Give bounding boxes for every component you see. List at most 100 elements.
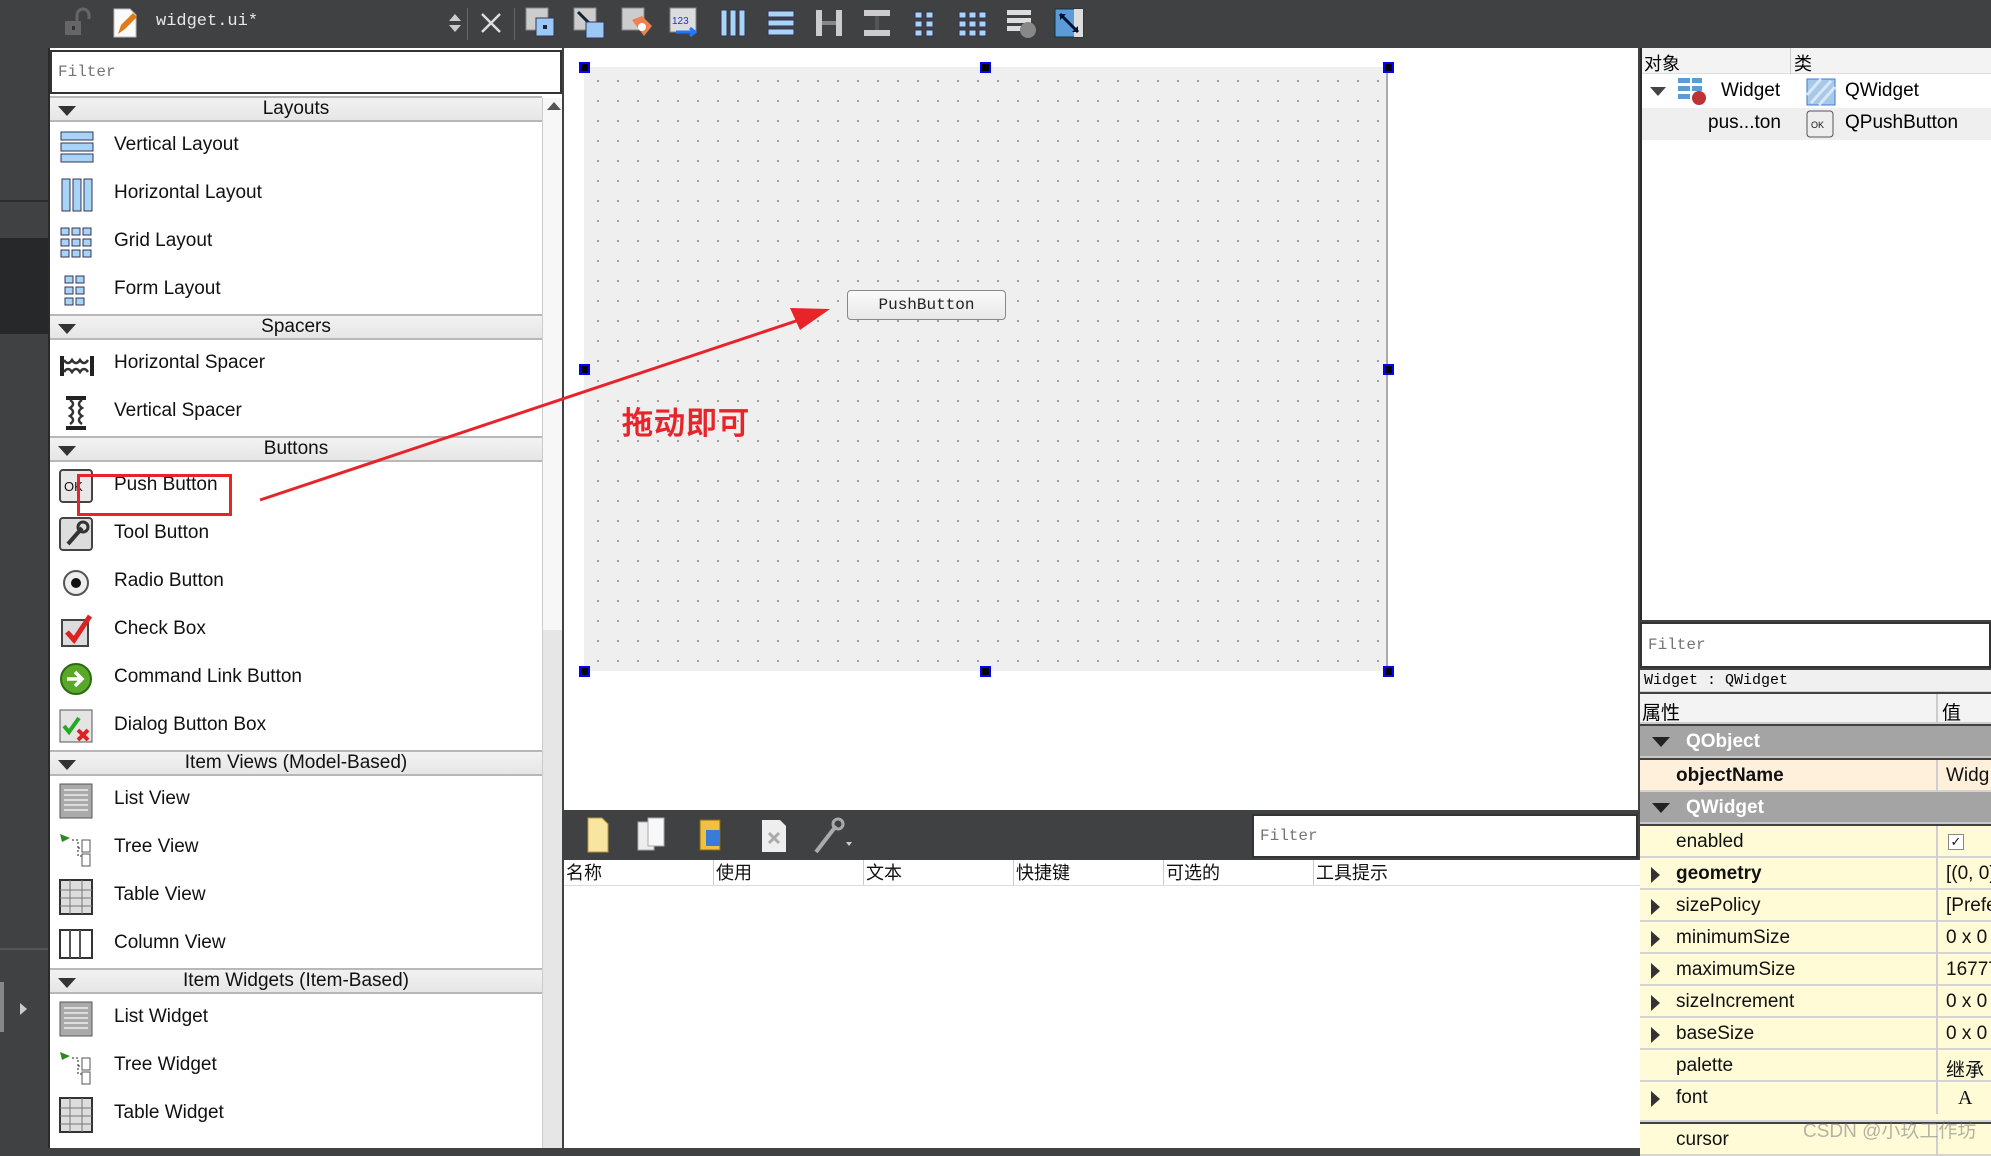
resize-handle-bottom[interactable] — [980, 666, 991, 677]
property-row-sizepolicy[interactable]: sizePolicy [Prefe — [1640, 890, 1991, 922]
expand-arrow-icon[interactable] — [1651, 867, 1660, 883]
layout-vertical-icon[interactable] — [764, 6, 798, 40]
widget-item-radio-button[interactable]: Radio Button — [50, 558, 542, 606]
property-row-basesize[interactable]: baseSize 0 x 0 — [1640, 1018, 1991, 1050]
vertical-scrollbar[interactable] — [542, 98, 562, 1148]
category-item-widgets-item-based[interactable]: Item Widgets (Item-Based) — [50, 968, 542, 994]
widget-item-horizontal-layout[interactable]: Horizontal Layout — [50, 170, 542, 218]
property-row-minimumsize[interactable]: minimumSize 0 x 0 — [1640, 922, 1991, 954]
enabled-checkbox[interactable]: ✓ — [1948, 834, 1964, 850]
widget-filter-input[interactable] — [50, 50, 562, 94]
widget-item-command-link-button[interactable]: Command Link Button — [50, 654, 542, 702]
widget-item-vertical-spacer[interactable]: Vertical Spacer — [50, 388, 542, 436]
widget-item-horizontal-spacer[interactable]: Horizontal Spacer — [50, 340, 542, 388]
property-row-objectname[interactable]: objectName Widg — [1640, 760, 1991, 792]
property-value[interactable]: 0 x 0 — [1946, 927, 1987, 949]
widget-item-grid-layout[interactable]: Grid Layout — [50, 218, 542, 266]
property-row-maximumsize[interactable]: maximumSize 16777 — [1640, 954, 1991, 986]
form-widget[interactable] — [584, 67, 1388, 671]
column-header-value[interactable]: 值 — [1942, 698, 1961, 725]
widget-item-tree-view[interactable]: Tree View — [50, 824, 542, 872]
expand-arrow-icon[interactable] — [1651, 899, 1660, 915]
property-filter-input[interactable] — [1640, 622, 1991, 668]
column-header-name[interactable]: 名称 — [564, 860, 714, 885]
layout-form-icon[interactable] — [908, 6, 942, 40]
property-value[interactable]: [(0, 0) — [1946, 863, 1991, 885]
column-header-text[interactable]: 文本 — [864, 860, 1014, 885]
column-header-class[interactable]: 类 — [1794, 50, 1812, 76]
widget-item-list-widget[interactable]: List Widget — [50, 994, 542, 1042]
paste-action-icon[interactable] — [694, 816, 730, 854]
property-value[interactable]: 16777 — [1946, 959, 1991, 981]
collapse-arrow-icon[interactable] — [1650, 87, 1666, 96]
category-buttons[interactable]: Buttons — [50, 436, 542, 462]
resize-handle-right[interactable] — [1383, 364, 1394, 375]
collapse-arrow-icon[interactable] — [58, 106, 76, 116]
copy-action-icon[interactable] — [634, 816, 670, 854]
mode-button-active[interactable] — [0, 238, 48, 334]
column-header-object[interactable]: 对象 — [1644, 50, 1680, 76]
property-row-sizeincrement[interactable]: sizeIncrement 0 x 0 — [1640, 986, 1991, 1018]
adjust-size-icon[interactable] — [1052, 6, 1086, 40]
sidebar-toggle[interactable] — [0, 982, 4, 1032]
property-value[interactable]: 0 x 0 — [1946, 1023, 1987, 1045]
property-row-palette[interactable]: palette 继承 — [1640, 1050, 1991, 1082]
widget-item-tool-button[interactable]: Tool Button — [50, 510, 542, 558]
collapse-arrow-icon[interactable] — [58, 760, 76, 770]
collapse-arrow-icon[interactable] — [1652, 737, 1670, 747]
column-header-checkable[interactable]: 可选的 — [1164, 860, 1314, 885]
property-value[interactable]: [Prefe — [1946, 895, 1991, 917]
edit-tab-order-icon[interactable]: 123 — [668, 6, 702, 40]
expand-arrow-icon[interactable] — [1651, 931, 1660, 947]
widget-item-form-layout[interactable]: Form Layout — [50, 266, 542, 314]
widget-item-table-widget[interactable]: Table Widget — [50, 1090, 542, 1138]
expand-arrow-icon[interactable] — [1651, 1091, 1660, 1107]
category-spacers[interactable]: Spacers — [50, 314, 542, 340]
layout-grid-icon[interactable] — [956, 6, 990, 40]
expand-arrow-icon[interactable] — [1651, 995, 1660, 1011]
property-row-geometry[interactable]: geometry [(0, 0) — [1640, 858, 1991, 890]
widget-item-column-view[interactable]: Column View — [50, 920, 542, 968]
resize-handle-top-left[interactable] — [579, 62, 590, 73]
column-header-property[interactable]: 属性 — [1642, 698, 1680, 725]
collapse-arrow-icon[interactable] — [58, 446, 76, 456]
unlock-icon[interactable] — [60, 6, 94, 40]
font-preview-icon[interactable]: A — [1958, 1087, 1972, 1110]
close-icon[interactable] — [474, 6, 508, 40]
object-row-pushbutton[interactable]: pus...ton OK QPushButton — [1642, 108, 1991, 140]
property-group-qwidget[interactable]: QWidget — [1640, 792, 1991, 824]
form-push-button[interactable]: PushButton — [847, 290, 1006, 320]
edit-widgets-icon[interactable] — [524, 6, 558, 40]
action-filter-input[interactable] — [1252, 814, 1638, 858]
scroll-up-icon[interactable] — [547, 102, 561, 110]
expand-arrow-icon[interactable] — [1651, 963, 1660, 979]
property-row-enabled[interactable]: enabled ✓ — [1640, 826, 1991, 858]
settings-wrench-icon[interactable] — [810, 816, 856, 856]
column-header-used[interactable]: 使用 — [714, 860, 864, 885]
widget-item-table-view[interactable]: Table View — [50, 872, 542, 920]
resize-handle-top[interactable] — [980, 62, 991, 73]
category-layouts[interactable]: Layouts — [50, 96, 542, 122]
widget-item-dialog-button-box[interactable]: Dialog Button Box — [50, 702, 542, 750]
column-header-shortcut[interactable]: 快捷键 — [1014, 860, 1164, 885]
edit-signals-slots-icon[interactable] — [572, 6, 606, 40]
collapse-arrow-icon[interactable] — [1652, 803, 1670, 813]
collapse-arrow-icon[interactable] — [58, 324, 76, 334]
property-group-qobject[interactable]: QObject — [1640, 726, 1991, 758]
new-action-icon[interactable] — [582, 816, 612, 854]
resize-handle-top-right[interactable] — [1383, 62, 1394, 73]
property-value[interactable]: 0 x 0 — [1946, 991, 1987, 1013]
property-value[interactable]: 继承 — [1946, 1055, 1984, 1082]
column-header-tooltip[interactable]: 工具提示 — [1314, 860, 1640, 885]
resize-handle-left[interactable] — [579, 364, 590, 375]
layout-horizontal-icon[interactable] — [716, 6, 750, 40]
widget-item-vertical-layout[interactable]: Vertical Layout — [50, 122, 542, 170]
expand-arrow-icon[interactable] — [20, 1003, 27, 1015]
break-layout-icon[interactable] — [1004, 6, 1038, 40]
scrollbar-track[interactable] — [543, 630, 562, 1148]
expand-arrow-icon[interactable] — [1651, 1027, 1660, 1043]
widget-item-list-view[interactable]: List View — [50, 776, 542, 824]
object-row-widget[interactable]: Widget QWidget — [1642, 76, 1991, 108]
delete-action-icon[interactable] — [758, 818, 790, 854]
split-vertical-icon[interactable] — [860, 6, 894, 40]
